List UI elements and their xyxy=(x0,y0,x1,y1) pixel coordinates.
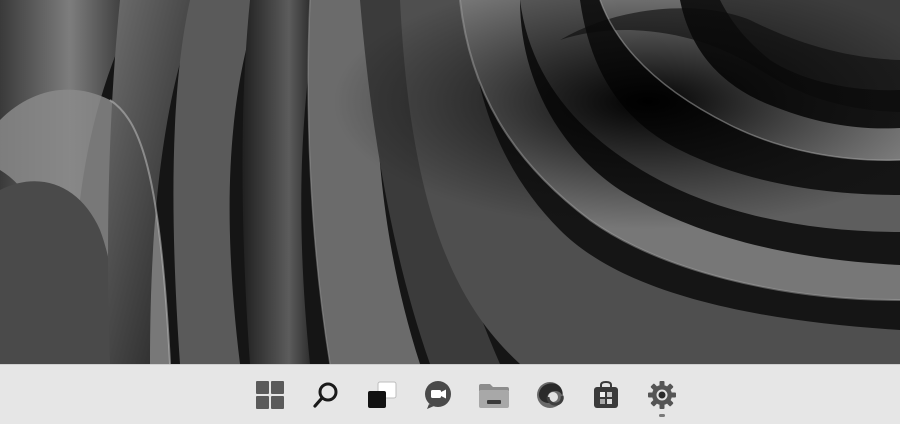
chat-icon xyxy=(423,380,453,410)
start-icon xyxy=(255,380,285,410)
edge-icon xyxy=(535,380,565,410)
store-button[interactable] xyxy=(584,373,628,417)
file-explorer-button[interactable] xyxy=(472,373,516,417)
search-icon xyxy=(312,381,340,409)
task-view-button[interactable] xyxy=(360,373,404,417)
task-view-icon xyxy=(366,380,398,410)
chat-button[interactable] xyxy=(416,373,460,417)
desktop-wallpaper xyxy=(0,0,900,364)
store-icon xyxy=(591,380,621,410)
running-indicator xyxy=(659,414,665,417)
settings-button[interactable] xyxy=(640,373,684,417)
desktop-screen xyxy=(0,0,900,424)
start-button[interactable] xyxy=(248,373,292,417)
taskbar xyxy=(0,364,900,424)
taskbar-icon-group xyxy=(248,365,684,424)
file-explorer-icon xyxy=(478,381,510,409)
edge-button[interactable] xyxy=(528,373,572,417)
search-button[interactable] xyxy=(304,373,348,417)
settings-icon xyxy=(647,380,677,410)
